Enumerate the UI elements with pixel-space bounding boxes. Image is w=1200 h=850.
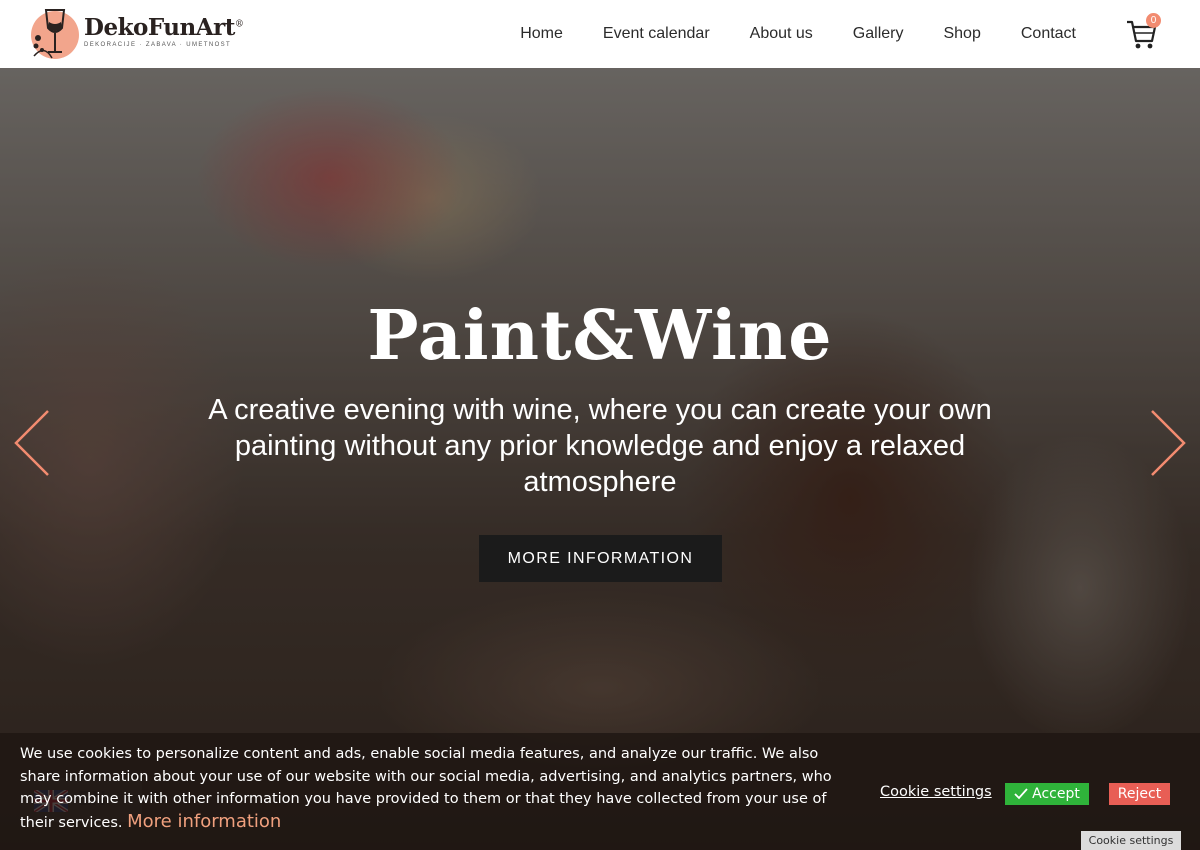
registered-mark: ® (234, 19, 244, 30)
cookie-settings-link[interactable]: Cookie settings (880, 784, 992, 800)
brand-name: DekoFunArt® (84, 14, 244, 41)
nav-contact[interactable]: Contact (1021, 25, 1076, 43)
check-icon (1014, 788, 1028, 800)
chevron-right-icon[interactable] (1148, 408, 1188, 478)
accept-label: Accept (1032, 786, 1080, 802)
nav-about-us[interactable]: About us (750, 25, 813, 43)
hero-title: Paint&Wine (367, 296, 833, 376)
hero-subtitle: A creative evening with wine, where you … (208, 394, 992, 498)
cart-count-badge: 0 (1146, 13, 1161, 28)
cookie-message: We use cookies to personalize content an… (20, 743, 850, 834)
main-nav: Home Event calendar About us Gallery Sho… (480, 0, 1076, 68)
brand-tagline: DEKORACIJE · ZABAVA · UMETNOST (84, 42, 232, 48)
reject-cookies-button[interactable]: Reject (1109, 783, 1170, 805)
more-information-button[interactable]: MORE INFORMATION (479, 535, 722, 582)
cookie-more-information-link[interactable]: More information (127, 811, 281, 832)
brand-name-text: DekoFunArt (84, 14, 235, 41)
logo-mark-icon (31, 9, 79, 59)
nav-shop[interactable]: Shop (943, 25, 980, 43)
chevron-left-icon[interactable] (12, 408, 52, 478)
nav-gallery[interactable]: Gallery (853, 25, 904, 43)
brand-logo[interactable]: DekoFunArt® DEKORACIJE · ZABAVA · UMETNO… (30, 6, 244, 62)
cookie-settings-tab[interactable]: Cookie settings (1081, 831, 1181, 850)
nav-event-calendar[interactable]: Event calendar (603, 25, 710, 43)
nav-home[interactable]: Home (520, 25, 563, 43)
accept-cookies-button[interactable]: Accept (1005, 783, 1089, 805)
site-header: DekoFunArt® DEKORACIJE · ZABAVA · UMETNO… (0, 0, 1200, 68)
